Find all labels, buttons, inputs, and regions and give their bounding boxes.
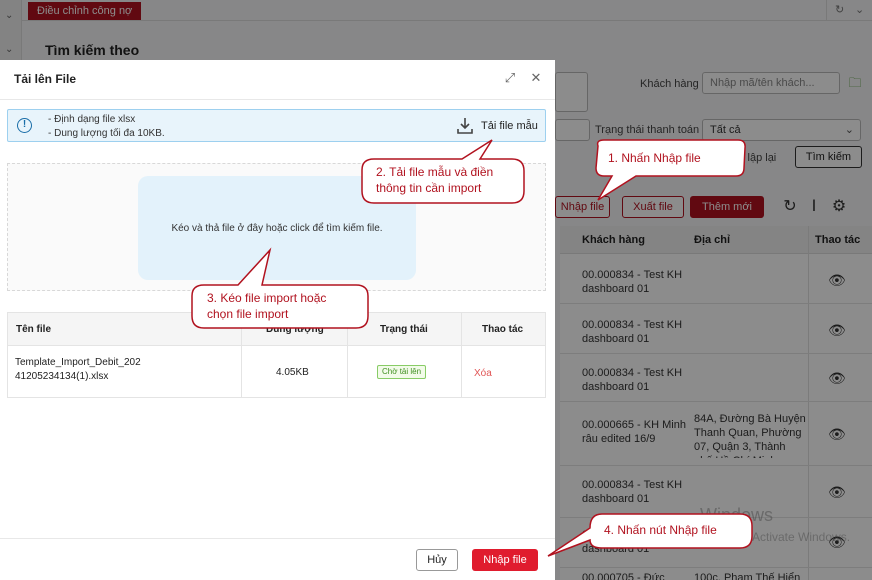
close-icon[interactable]: ✕ bbox=[528, 70, 544, 86]
file-name-line2: 41205234134(1).xlsx bbox=[15, 371, 109, 382]
column-divider bbox=[461, 313, 462, 397]
cancel-button[interactable]: Hủy bbox=[416, 549, 458, 571]
callout-4-text: 4. Nhấn nút Nhập file bbox=[604, 523, 717, 537]
file-size: 4.05KB bbox=[276, 367, 309, 378]
info-format-line: - Định dạng file xlsx bbox=[48, 114, 136, 125]
import-file-button[interactable]: Nhập file bbox=[472, 549, 538, 571]
modal-footer: Hủy Nhập file bbox=[0, 538, 555, 580]
dropzone[interactable]: Kéo và thả file ở đây hoặc click để tìm … bbox=[138, 176, 416, 280]
column-size: Dung lượng bbox=[266, 324, 324, 335]
column-actions: Thao tác bbox=[482, 324, 524, 335]
callout-1-text: 1. Nhấn Nhập file bbox=[608, 151, 701, 165]
callout-2-text-line1: 2. Tải file mẫu và điền bbox=[376, 165, 494, 179]
file-table: Tên file Dung lượng Trạng thái Thao tác … bbox=[7, 312, 546, 398]
info-size-line: - Dung lượng tối đa 10KB. bbox=[48, 128, 165, 139]
info-icon: ! bbox=[17, 118, 32, 133]
callout-3-text-line2: chọn file import bbox=[207, 307, 289, 321]
column-status: Trạng thái bbox=[380, 324, 428, 335]
column-divider bbox=[347, 313, 348, 397]
file-name-line1: Template_Import_Debit_202 bbox=[15, 357, 141, 368]
download-template-link[interactable]: Tải file mẫu bbox=[481, 120, 538, 132]
column-divider bbox=[241, 313, 242, 397]
info-banner: ! - Định dạng file xlsx - Dung lượng tối… bbox=[7, 109, 546, 142]
download-icon[interactable] bbox=[457, 117, 473, 135]
modal-header: Tải lên File ⤢ ✕ bbox=[0, 60, 555, 100]
callout-3-text-line1: 3. Kéo file import hoặc bbox=[207, 291, 327, 305]
status-badge: Chờ tải lên bbox=[377, 365, 427, 379]
column-file-name: Tên file bbox=[16, 324, 52, 335]
callout-2-text-line2: thông tin cần import bbox=[376, 181, 482, 195]
delete-file-link[interactable]: Xóa bbox=[474, 368, 492, 379]
dropzone-text: Kéo và thả file ở đây hoặc click để tìm … bbox=[171, 223, 383, 234]
modal-title: Tải lên File bbox=[14, 72, 77, 86]
expand-icon[interactable]: ⤢ bbox=[502, 70, 518, 86]
